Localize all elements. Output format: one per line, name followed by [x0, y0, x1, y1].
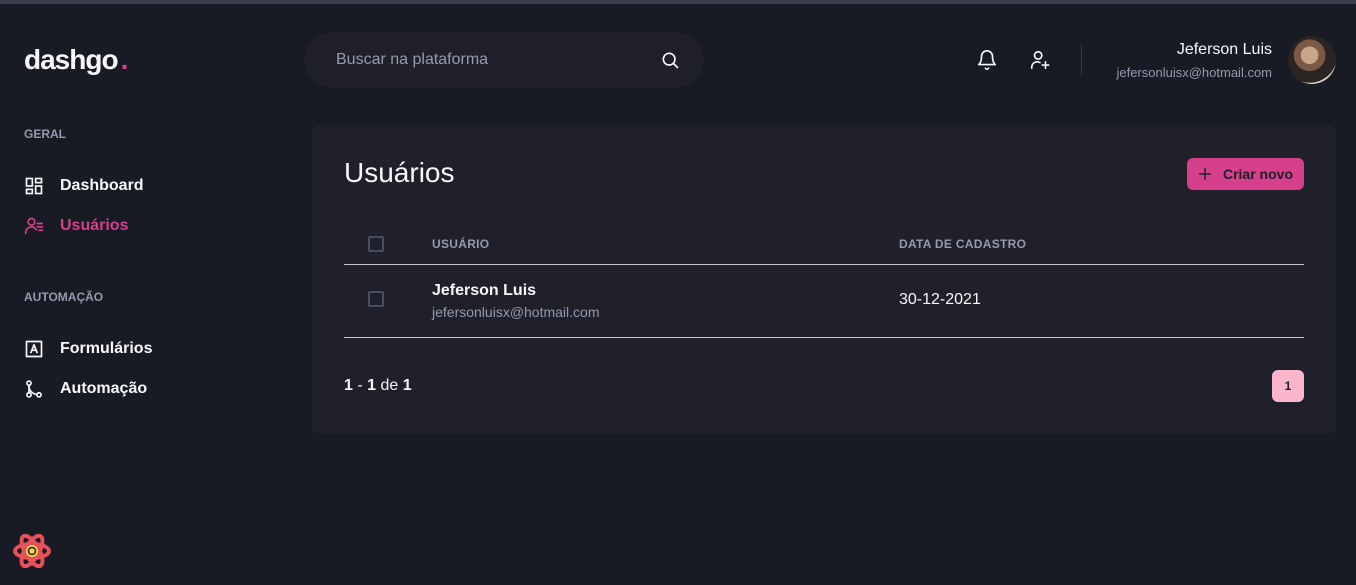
form-icon: [25, 340, 43, 358]
react-devtools-icon[interactable]: [12, 531, 52, 571]
pagination-total: 1: [402, 377, 412, 394]
row-date: 30-12-2021: [899, 291, 981, 308]
sidebar-item-label: Automação: [60, 380, 148, 397]
page-button-current[interactable]: 1: [1272, 370, 1304, 402]
users-icon: [24, 217, 44, 235]
row-checkbox[interactable]: [368, 291, 384, 307]
users-card: Usuários Criar novo USUÁRIO DATA DE CADA…: [312, 125, 1336, 434]
search-bar[interactable]: Buscar na plataforma: [304, 32, 704, 88]
search-icon[interactable]: [660, 50, 680, 70]
sidebar-item-formularios[interactable]: Formulários: [24, 339, 152, 359]
pagination-end: 1: [367, 377, 377, 394]
git-merge-icon: [26, 380, 42, 398]
column-header-date[interactable]: DATA DE CADASTRO: [899, 237, 1026, 251]
create-button-label: Criar novo: [1222, 166, 1293, 182]
user-name: Jeferson Luis: [1176, 41, 1272, 58]
plus-icon: [1199, 168, 1211, 180]
page-title: Usuários: [344, 157, 455, 188]
user-email: jefersonluisx@hotmail.com: [1116, 65, 1272, 80]
column-header-user[interactable]: USUÁRIO: [432, 237, 489, 251]
sidebar-item-dashboard[interactable]: Dashboard: [24, 176, 144, 196]
sidebar-item-automacao[interactable]: Automação: [24, 379, 147, 399]
sidebar-item-label: Usuários: [60, 217, 129, 234]
logo-dot: .: [120, 44, 129, 75]
header-divider: [1081, 45, 1082, 75]
sidebar-section-title: GERAL: [24, 127, 66, 141]
pagination-of: de: [376, 377, 403, 394]
sidebar-item-label: Dashboard: [60, 177, 144, 194]
logo: dashgo.: [24, 44, 129, 76]
sidebar-item-usuarios[interactable]: Usuários: [24, 216, 128, 236]
row-user-email: jefersonluisx@hotmail.com: [432, 304, 600, 320]
notification-bell-icon[interactable]: [976, 49, 998, 71]
pagination-separator: -: [352, 377, 368, 394]
table-header-divider: [344, 264, 1304, 265]
search-input[interactable]: Buscar na plataforma: [336, 51, 660, 69]
add-user-icon[interactable]: [1029, 49, 1051, 71]
sidebar-section-title: AUTOMAÇÃO: [24, 290, 104, 304]
pagination-info: 1 - 1 de 1: [344, 377, 412, 395]
pagination-start: 1: [344, 377, 353, 394]
logo-text: dashgo: [24, 44, 119, 75]
row-user-name: Jeferson Luis: [432, 282, 537, 299]
select-all-checkbox[interactable]: [368, 236, 384, 252]
avatar[interactable]: [1288, 36, 1336, 84]
window-top-border: [0, 0, 1356, 4]
sidebar-item-label: Formulários: [60, 340, 153, 357]
create-user-button[interactable]: Criar novo: [1187, 158, 1304, 190]
dashboard-icon: [25, 177, 43, 195]
table-row-divider: [344, 337, 1304, 338]
